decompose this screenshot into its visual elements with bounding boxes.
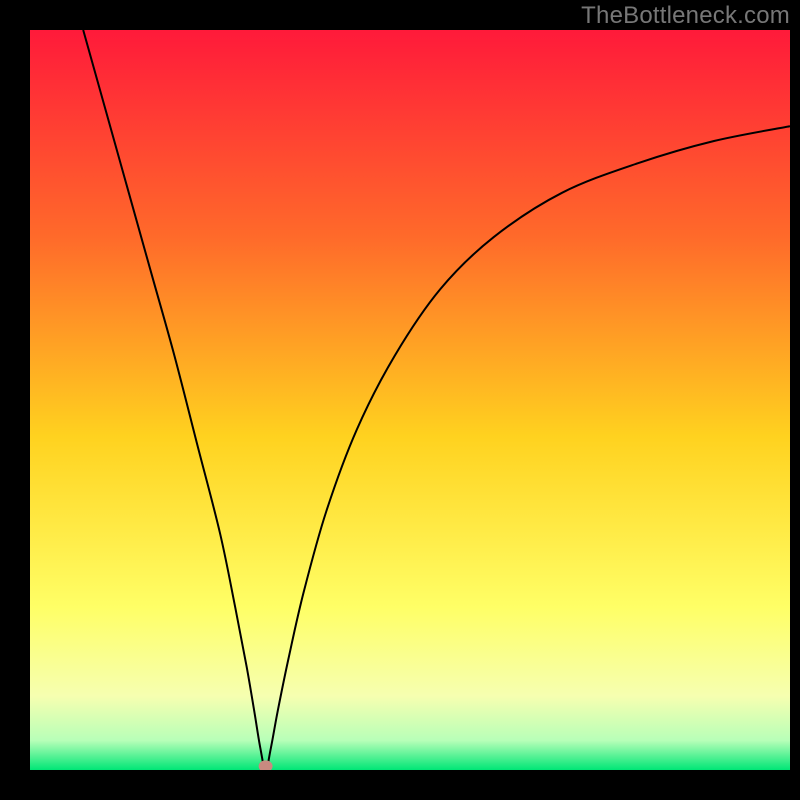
bottleneck-chart (0, 0, 800, 800)
watermark-text: TheBottleneck.com (581, 2, 790, 30)
chart-frame: { "watermark": "TheBottleneck.com", "cha… (0, 0, 800, 800)
plot-background (30, 30, 790, 770)
optimal-point-marker (259, 760, 273, 772)
